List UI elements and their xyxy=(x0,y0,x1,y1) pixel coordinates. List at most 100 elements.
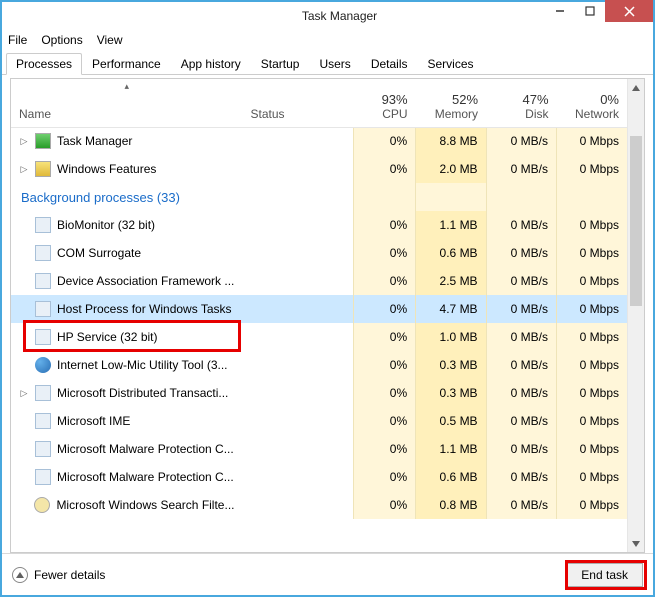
col-memory[interactable]: 52%Memory xyxy=(416,79,486,127)
process-icon xyxy=(35,413,51,429)
cell-net: 0 Mbps xyxy=(557,239,627,267)
minimize-button[interactable] xyxy=(545,0,575,22)
cell-disk: 0 MB/s xyxy=(486,239,556,267)
table-row[interactable]: ▷Microsoft Windows Search Filte...0%0.8 … xyxy=(11,491,627,519)
cell-net: 0 Mbps xyxy=(557,127,627,155)
table-row[interactable]: ▷COM Surrogate 0%0.6 MB0 MB/s0 Mbps xyxy=(11,239,627,267)
cell-status xyxy=(243,351,354,379)
tab-startup[interactable]: Startup xyxy=(251,53,310,75)
fewer-details-label: Fewer details xyxy=(34,568,105,582)
cell-mem: 1.1 MB xyxy=(416,211,486,239)
process-icon xyxy=(35,217,51,233)
cell-status xyxy=(243,435,354,463)
table-row[interactable]: ▷Microsoft Malware Protection C...0%1.1 … xyxy=(11,435,627,463)
table-row[interactable]: ▷Device Association Framework ...0%2.5 M… xyxy=(11,267,627,295)
scrollbar-track[interactable] xyxy=(628,96,644,535)
vertical-scrollbar[interactable] xyxy=(627,79,644,552)
sort-caret-icon: ▴ xyxy=(124,81,129,92)
cell-name: ▷COM Surrogate xyxy=(11,239,243,267)
cell-mem: 0.6 MB xyxy=(416,239,486,267)
app-icon xyxy=(10,8,26,24)
cell-mem: 0.5 MB xyxy=(416,407,486,435)
menu-options[interactable]: Options xyxy=(41,33,82,47)
process-name: Microsoft IME xyxy=(57,414,130,428)
process-name: Microsoft Malware Protection C... xyxy=(57,442,234,456)
cell-disk: 0 MB/s xyxy=(486,323,556,351)
process-name: COM Surrogate xyxy=(57,246,141,260)
cell-disk: 0 MB/s xyxy=(486,155,556,183)
table-row[interactable]: ▷Microsoft Malware Protection C...0%0.6 … xyxy=(11,463,627,491)
cell-status xyxy=(243,267,354,295)
cell-mem: 0.3 MB xyxy=(416,351,486,379)
tab-app-history[interactable]: App history xyxy=(171,53,251,75)
cell-mem: 1.1 MB xyxy=(416,435,486,463)
cell-disk: 0 MB/s xyxy=(486,379,556,407)
cell-status xyxy=(243,239,354,267)
cell-status xyxy=(243,463,354,491)
cell-net: 0 Mbps xyxy=(557,435,627,463)
tab-details[interactable]: Details xyxy=(361,53,418,75)
cell-cpu: 0% xyxy=(353,239,415,267)
col-cpu[interactable]: 93%CPU xyxy=(353,79,415,127)
process-icon xyxy=(35,161,51,177)
scroll-up-icon[interactable] xyxy=(628,79,644,96)
table-row[interactable]: ▷Internet Low-Mic Utility Tool (3...0%0.… xyxy=(11,351,627,379)
table-row[interactable]: ▷HP Service (32 bit)0%1.0 MB0 MB/s0 Mbps xyxy=(11,323,627,351)
cell-disk: 0 MB/s xyxy=(486,463,556,491)
cell-disk: 0 MB/s xyxy=(486,211,556,239)
cell-mem: 4.7 MB xyxy=(416,295,486,323)
tab-processes[interactable]: Processes xyxy=(6,53,82,75)
table-row[interactable]: ▷Windows Features0%2.0 MB0 MB/s0 Mbps xyxy=(11,155,627,183)
tab-users[interactable]: Users xyxy=(309,53,360,75)
table-row[interactable]: ▷BioMonitor (32 bit)0%1.1 MB0 MB/s0 Mbps xyxy=(11,211,627,239)
process-icon xyxy=(35,301,51,317)
fewer-details-button[interactable]: Fewer details xyxy=(12,567,105,583)
scroll-down-icon[interactable] xyxy=(628,535,644,552)
cell-name: ▷BioMonitor (32 bit) xyxy=(11,211,243,239)
tab-services[interactable]: Services xyxy=(418,53,484,75)
table-row[interactable]: ▷Host Process for Windows Tasks0%4.7 MB0… xyxy=(11,295,627,323)
tabstrip: Processes Performance App history Startu… xyxy=(2,52,653,75)
expand-icon[interactable]: ▷ xyxy=(19,388,29,398)
col-name[interactable]: ▴ Name xyxy=(11,79,243,127)
cell-net: 0 Mbps xyxy=(557,463,627,491)
process-icon xyxy=(35,273,51,289)
cell-name: ▷Internet Low-Mic Utility Tool (3... xyxy=(11,351,243,379)
cell-status xyxy=(243,155,354,183)
tab-performance[interactable]: Performance xyxy=(82,53,171,75)
col-disk[interactable]: 47%Disk xyxy=(486,79,556,127)
cell-status xyxy=(243,407,354,435)
cell-net: 0 Mbps xyxy=(557,155,627,183)
col-name-label: Name xyxy=(19,107,235,121)
section-header: Background processes (33) xyxy=(11,183,353,211)
table-row[interactable]: ▷Microsoft IME0%0.5 MB0 MB/s0 Mbps xyxy=(11,407,627,435)
cell-net: 0 Mbps xyxy=(557,295,627,323)
cell-name: ▷Microsoft Malware Protection C... xyxy=(11,463,243,491)
expand-icon[interactable]: ▷ xyxy=(19,164,29,174)
process-name: Host Process for Windows Tasks xyxy=(57,302,232,316)
cell-cpu xyxy=(353,183,415,211)
cell-net: 0 Mbps xyxy=(557,211,627,239)
cell-disk: 0 MB/s xyxy=(486,295,556,323)
cell-net: 0 Mbps xyxy=(557,351,627,379)
table-row[interactable]: ▷Task Manager0%8.8 MB0 MB/s0 Mbps xyxy=(11,127,627,155)
footer: Fewer details End task xyxy=(2,553,653,595)
menu-view[interactable]: View xyxy=(97,33,123,47)
process-table: ▴ Name Status 93%CPU 52%Memory 47%Disk 0… xyxy=(11,79,627,519)
scrollbar-thumb[interactable] xyxy=(630,136,642,306)
expand-icon[interactable]: ▷ xyxy=(19,136,29,146)
col-network[interactable]: 0%Network xyxy=(557,79,627,127)
end-task-button[interactable]: End task xyxy=(566,563,643,587)
cell-net: 0 Mbps xyxy=(557,491,627,519)
maximize-button[interactable] xyxy=(575,0,605,22)
cell-net: 0 Mbps xyxy=(557,379,627,407)
col-status[interactable]: Status xyxy=(243,79,354,127)
table-row[interactable]: ▷Microsoft Distributed Transacti...0%0.3… xyxy=(11,379,627,407)
menu-file[interactable]: File xyxy=(8,33,27,47)
close-button[interactable] xyxy=(605,0,653,22)
cell-cpu: 0% xyxy=(353,323,415,351)
table-row[interactable]: Background processes (33) xyxy=(11,183,627,211)
cell-status xyxy=(243,379,354,407)
mem-pct: 52% xyxy=(424,92,478,107)
cell-name: ▷Device Association Framework ... xyxy=(11,267,243,295)
